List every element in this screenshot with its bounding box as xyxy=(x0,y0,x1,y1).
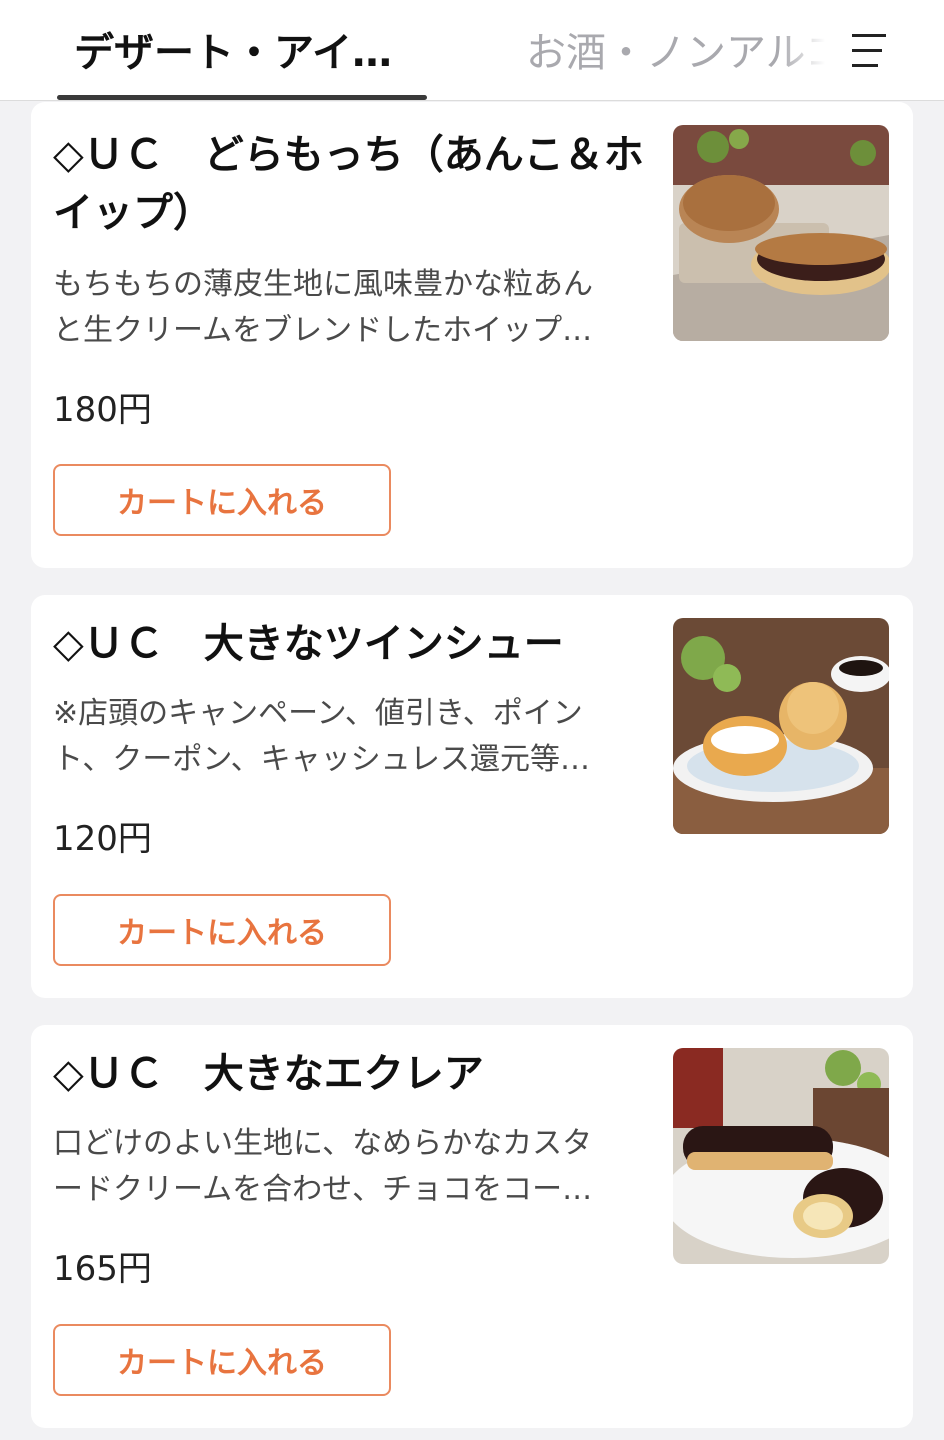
add-to-cart-button[interactable]: カートに入れる xyxy=(53,464,391,536)
hamburger-menu-icon[interactable] xyxy=(846,30,890,72)
product-image-eclair[interactable] xyxy=(673,1048,889,1264)
product-description: もちもちの薄皮生地に風味豊かな粒あん と生クリームをブレンドしたホイップ… xyxy=(53,267,593,348)
add-to-cart-button[interactable]: カートに入れる xyxy=(53,1324,391,1396)
category-tab-bar: デザート・アイ… お酒・ノンアルコール xyxy=(0,0,944,101)
product-description: 口どけのよい生地に、なめらかなカスタ ードクリームを合わせ、チョコをコー… xyxy=(53,1126,593,1207)
product-card: ◇ＵＣ 大きなツインシュー ※店頭のキャンペーン、値引き、ポイン ト、クーポン、… xyxy=(31,595,913,998)
product-description: ※店頭のキャンペーン、値引き、ポイン ト、クーポン、キャッシュレス還元等… xyxy=(53,696,590,777)
product-title[interactable]: ◇ＵＣ 大きなツインシュー xyxy=(53,615,653,673)
product-image-twin-choux[interactable] xyxy=(673,618,889,834)
add-to-cart-button[interactable]: カートに入れる xyxy=(53,894,391,966)
product-price: 120円 xyxy=(53,819,152,859)
product-title[interactable]: ◇ＵＣ 大きなエクレア xyxy=(53,1045,653,1103)
product-price: 180円 xyxy=(53,390,152,430)
tab-dessert-ice[interactable]: デザート・アイ… xyxy=(74,26,414,80)
product-title[interactable]: ◇ＵＣ どらもっち（あんこ＆ホイップ） xyxy=(53,126,653,242)
tab-fade-overlay xyxy=(780,20,836,90)
product-card: ◇ＵＣ 大きなエクレア 口どけのよい生地に、なめらかなカスタ ードクリームを合わ… xyxy=(31,1025,913,1428)
product-card: ◇ＵＣ どらもっち（あんこ＆ホイップ） もちもちの薄皮生地に風味豊かな粒あん と… xyxy=(31,102,913,568)
active-tab-indicator xyxy=(57,95,427,100)
product-image-dorayaki[interactable] xyxy=(673,125,889,341)
product-price: 165円 xyxy=(53,1249,152,1289)
